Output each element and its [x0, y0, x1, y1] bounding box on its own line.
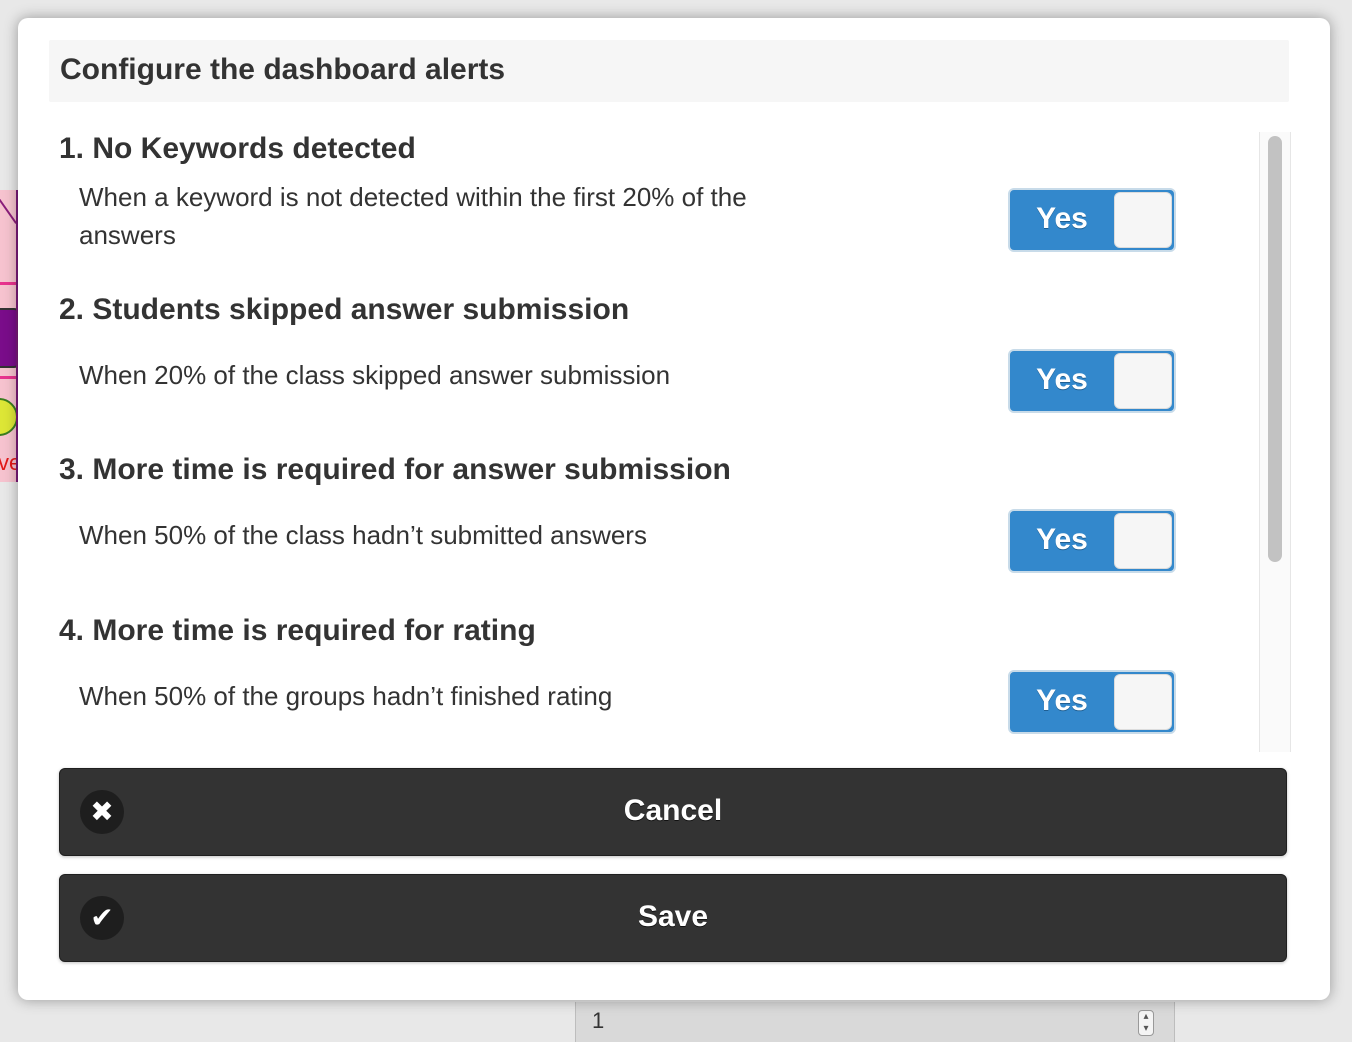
alert-title: 4. More time is required for rating	[59, 614, 536, 647]
alert-description: When 50% of the groups hadn’t finished r…	[79, 681, 613, 711]
alert-description: When 20% of the class skipped answer sub…	[79, 360, 671, 390]
toggle-handle[interactable]	[1114, 674, 1172, 730]
spinner-icon: ▴ ▾	[1138, 1010, 1154, 1036]
cancel-button[interactable]: ✖ Cancel	[59, 768, 1287, 856]
scrollbar-thumb[interactable]	[1268, 136, 1282, 562]
alert-description: When a keyword is not detected within th…	[79, 182, 747, 250]
save-button-label: Save	[637, 900, 709, 933]
cancel-button-label: Cancel	[623, 794, 723, 827]
dialog-header: Configure the dashboard alerts	[49, 40, 1289, 102]
alert-description: When 50% of the class hadn’t submitted a…	[79, 520, 647, 550]
alert-2-toggle[interactable]: Yes	[1008, 349, 1176, 413]
alert-1-toggle[interactable]: Yes	[1008, 188, 1176, 252]
scrollbar[interactable]	[1259, 132, 1291, 752]
background-number-value: 1	[592, 1008, 605, 1033]
alerts-config-dialog: Configure the dashboard alerts 1. No Key…	[18, 18, 1330, 1000]
toggle-handle[interactable]	[1114, 353, 1172, 409]
background-app-fragment: ve	[0, 190, 18, 482]
toggle-handle[interactable]	[1114, 513, 1172, 569]
save-button[interactable]: ✔ Save	[59, 874, 1287, 962]
background-number-field: 1 ▴ ▾	[575, 1002, 1175, 1042]
toggle-handle[interactable]	[1114, 192, 1172, 248]
dialog-title: Configure the dashboard alerts	[60, 53, 506, 86]
toggle-label: Yes	[1036, 363, 1088, 396]
alert-title: 1. No Keywords detected	[59, 132, 416, 165]
alert-4-toggle[interactable]: Yes	[1008, 670, 1176, 734]
background-line	[0, 190, 17, 224]
alert-3-toggle[interactable]: Yes	[1008, 509, 1176, 573]
toggle-label: Yes	[1036, 523, 1088, 556]
toggle-label: Yes	[1036, 202, 1088, 235]
alert-title: 3. More time is required for answer subm…	[59, 453, 731, 486]
toggle-label: Yes	[1036, 684, 1088, 717]
alerts-list[interactable]: 1. No Keywords detected When a keyword i…	[49, 132, 1259, 752]
alert-title: 2. Students skipped answer submission	[59, 293, 630, 326]
